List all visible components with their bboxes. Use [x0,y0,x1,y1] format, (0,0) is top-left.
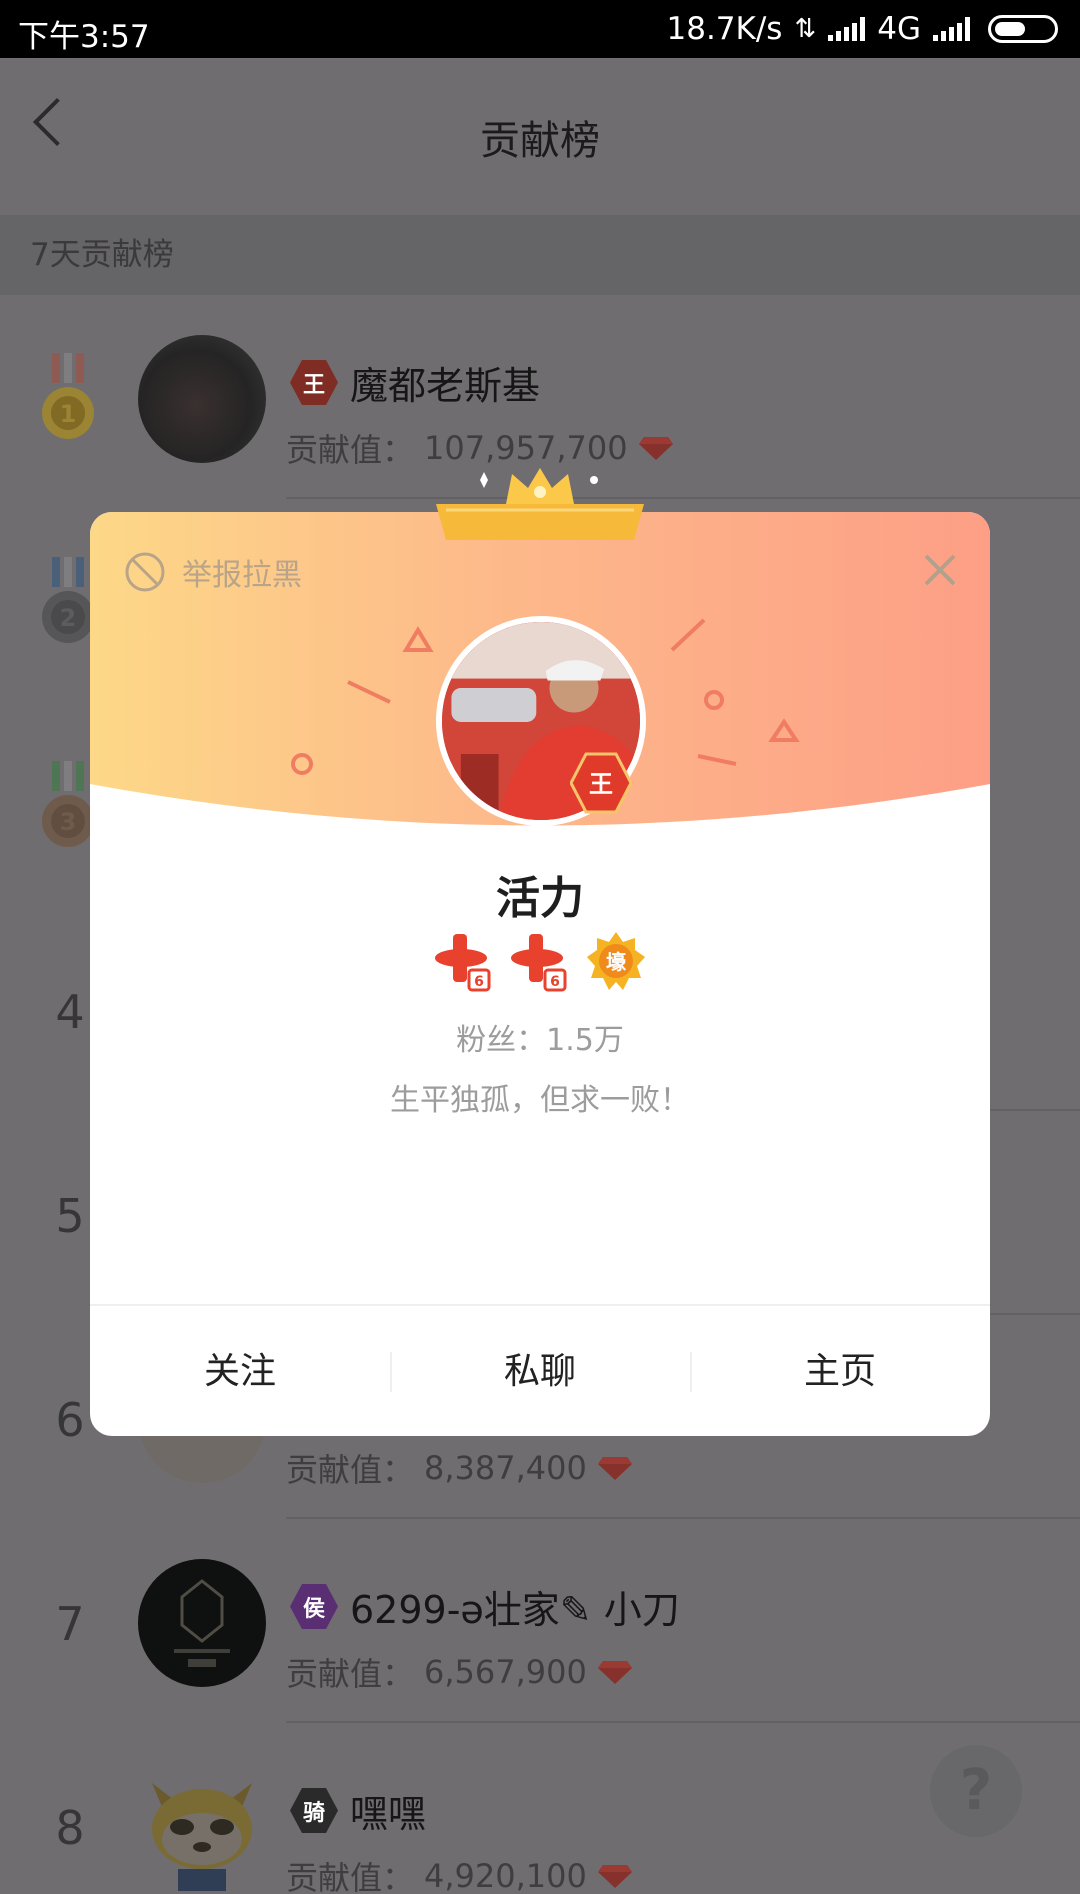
gold-medal-icon: 1 [42,353,94,439]
rank-number: 7 [55,1597,85,1651]
rank-badge: 侯 [290,1583,338,1630]
svg-text:3: 3 [60,808,77,836]
username-row: 王 魔都老斯基 [290,355,540,410]
block-icon [125,552,165,592]
gem-icon [597,1865,632,1888]
svg-text:2: 2 [60,604,77,632]
gem-icon [597,1661,632,1684]
rank-badge: 骑 [290,1787,338,1834]
contribution-value: 4,920,100 [424,1857,587,1894]
avatar[interactable] [138,1763,266,1891]
airplane-badge-icon: 6 [435,934,491,992]
signal-icon-2 [933,17,970,41]
crown-icon [436,468,644,540]
list-item[interactable]: 8 骑 嘿嘿 贡献值： 4,920,100 [0,1723,1080,1894]
gem-icon [597,1457,632,1480]
section-label: 7天贡献榜 [0,215,1080,295]
modal-action-bar: 关注 私聊 主页 [90,1304,990,1436]
rank-badge: 王 [290,359,338,406]
contribution: 贡献值： 8,387,400 [286,1445,633,1491]
raccoon-mascot-icon [152,1783,252,1891]
profile-name: 活力 [496,873,584,924]
svg-text:1: 1 [60,400,77,428]
report-block-button[interactable]: 举报拉黑 [124,550,302,594]
user-profile-modal: 举报拉黑 王 活力 6 6 壕 粉丝：1.5万 生平独孤，但求一败！ 关注 私聊… [90,512,990,1436]
contribution-label: 贡献值： [286,1451,415,1489]
gem-icon [638,437,673,460]
username: 嘿嘿 [350,1792,427,1836]
svg-text:6: 6 [474,974,484,990]
status-time: 下午3:57 [18,19,150,55]
rich-badge-icon: 壕 [587,932,645,990]
rank-number: 8 [55,1801,85,1855]
contribution-label: 贡献值： [286,1655,415,1693]
status-bar: 下午3:57 18.7K/s ⇅ 4G [0,0,1080,58]
profile-signature: 生平独孤，但求一败！ [390,1083,690,1118]
avatar[interactable] [138,1559,266,1687]
contribution-value: 8,387,400 [424,1449,587,1487]
username-row: 侯 6299-ə壮家✎ 小刀 [290,1579,680,1634]
fans-count: 粉丝：1.5万 [456,1023,624,1058]
network-speed: 18.7K/s [666,11,783,47]
close-icon[interactable] [920,550,960,590]
data-transfer-icon: ⇅ [794,14,817,44]
network-type: 4G [877,11,921,47]
avatar-logo-icon [174,1579,230,1667]
contribution: 贡献值： 6,567,900 [286,1649,633,1695]
avatar[interactable] [138,335,266,463]
airplane-badge-icon: 6 [511,934,567,992]
username-row: 骑 嘿嘿 [290,1783,426,1838]
profile-badges: 6 6 壕 [90,930,990,992]
rich-badge-text: 壕 [606,950,627,974]
private-chat-button[interactable]: 私聊 [390,1306,690,1436]
contribution-value: 6,567,900 [424,1653,587,1691]
signal-icon [828,17,866,41]
contribution-label: 贡献值： [286,431,415,469]
king-badge-text: 王 [589,770,613,798]
svg-text:6: 6 [550,974,560,990]
king-badge-icon: 王 [570,752,632,814]
contribution: 贡献值： 4,920,100 [286,1853,633,1894]
list-item[interactable]: 7 侯 6299-ə壮家✎ 小刀 贡献值： 6,567,900 [0,1519,1080,1723]
homepage-button[interactable]: 主页 [690,1306,990,1436]
battery-icon [988,15,1058,43]
page-title: 贡献榜 [480,118,600,164]
report-label: 举报拉黑 [182,558,302,593]
follow-button[interactable]: 关注 [90,1306,390,1436]
status-right: 18.7K/s ⇅ 4G [666,11,1058,47]
contribution-label: 贡献值： [286,1859,415,1894]
help-button[interactable]: ? [930,1745,1022,1837]
username: 魔都老斯基 [350,364,541,408]
username: 6299-ə壮家✎ 小刀 [350,1588,680,1632]
